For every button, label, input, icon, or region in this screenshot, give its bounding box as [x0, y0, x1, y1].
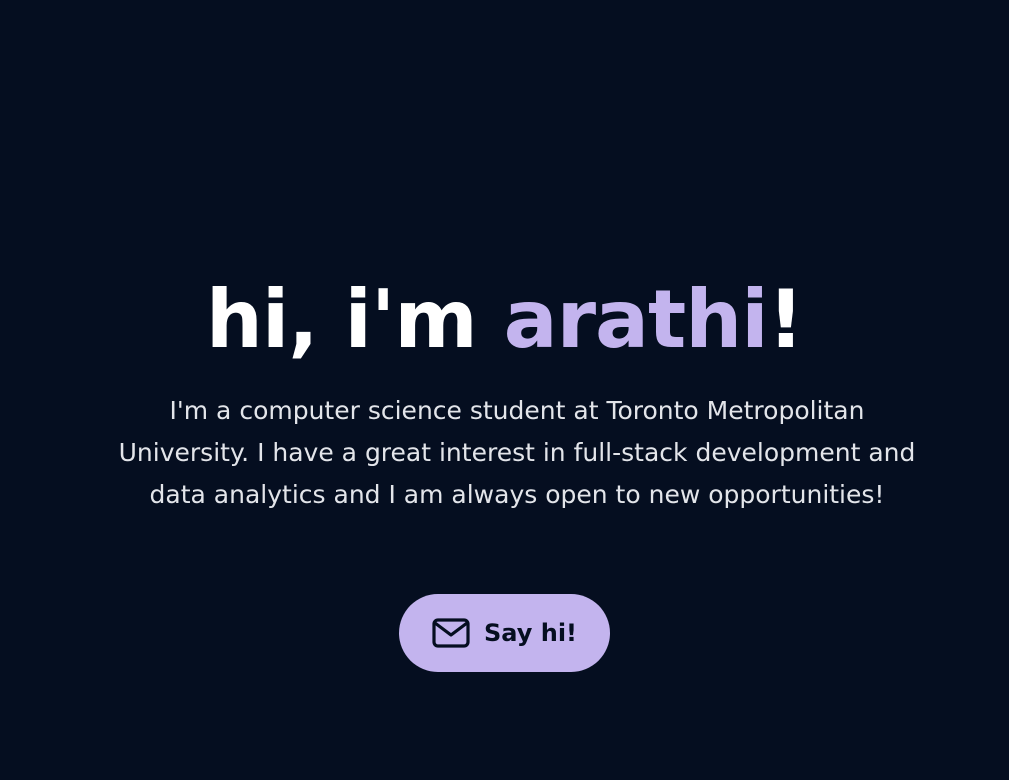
mail-icon — [432, 618, 470, 648]
headline-greeting: hi, i'm — [205, 273, 504, 366]
hero-section: hi, i'm arathi! I'm a computer science s… — [0, 0, 1009, 780]
headline-exclamation: ! — [767, 273, 804, 366]
headline-name: arathi — [503, 273, 769, 366]
page: hi, i'm arathi! I'm a computer science s… — [0, 0, 1009, 780]
say-hi-button[interactable]: Say hi! — [399, 594, 610, 672]
hero-headline: hi, i'm arathi! — [0, 270, 1009, 370]
say-hi-label: Say hi! — [484, 619, 577, 647]
hero-bio: I'm a computer science student at Toront… — [118, 396, 916, 509]
